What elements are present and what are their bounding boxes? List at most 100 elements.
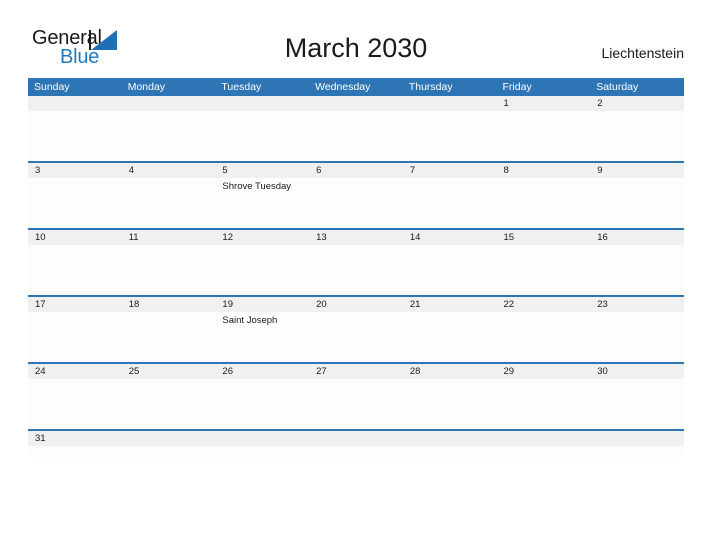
- day-number[interactable]: 4: [122, 163, 216, 178]
- day-event-empty: [309, 111, 403, 161]
- day-number[interactable]: 7: [403, 163, 497, 178]
- day-event-empty: [590, 245, 684, 295]
- weekday-header-saturday: Saturday: [596, 81, 639, 93]
- day-event-label: Saint Joseph: [222, 315, 278, 326]
- day-number[interactable]: 3: [28, 163, 122, 178]
- day-cell-empty: [122, 431, 216, 446]
- day-event-empty: [28, 245, 122, 295]
- day-event-empty: [122, 312, 216, 362]
- day-event-empty: [28, 111, 122, 161]
- calendar-page: General Blue March 2030 Liechtenstein Su…: [0, 0, 712, 550]
- day-number[interactable]: 23: [590, 297, 684, 312]
- calendar-week-row: 17 18 19 20 21 22 23 Saint Joseph: [28, 297, 684, 364]
- day-cell-empty: [215, 96, 309, 111]
- calendar-week-row: 24 25 26 27 28 29 30: [28, 364, 684, 431]
- day-number[interactable]: 25: [122, 364, 216, 379]
- day-number[interactable]: 5: [215, 163, 309, 178]
- day-number[interactable]: 16: [590, 230, 684, 245]
- day-number[interactable]: 21: [403, 297, 497, 312]
- day-number[interactable]: 14: [403, 230, 497, 245]
- day-number[interactable]: 8: [497, 163, 591, 178]
- day-event-empty: [497, 245, 591, 295]
- day-number[interactable]: 12: [215, 230, 309, 245]
- day-cell-empty: [309, 431, 403, 446]
- day-number[interactable]: 10: [28, 230, 122, 245]
- week-date-band: 10 11 12 13 14 15 16: [28, 230, 684, 245]
- day-event-empty: [28, 379, 122, 429]
- day-cell-empty: [28, 96, 122, 111]
- day-number[interactable]: 6: [309, 163, 403, 178]
- day-number[interactable]: 24: [28, 364, 122, 379]
- day-cell-empty: [309, 96, 403, 111]
- day-event-empty: [309, 178, 403, 228]
- day-event-empty: [122, 111, 216, 161]
- day-event-empty: [497, 379, 591, 429]
- calendar-grid: Sunday Monday Tuesday Wednesday Thursday Frid…: [28, 78, 684, 457]
- day-number[interactable]: 15: [497, 230, 591, 245]
- day-number[interactable]: 31: [28, 431, 122, 446]
- day-number[interactable]: 18: [122, 297, 216, 312]
- day-number[interactable]: 2: [590, 96, 684, 111]
- day-number[interactable]: 17: [28, 297, 122, 312]
- day-cell-empty: [590, 431, 684, 446]
- day-cell-empty: [497, 431, 591, 446]
- day-number[interactable]: 27: [309, 364, 403, 379]
- day-event-empty: [215, 111, 309, 161]
- week-event-band: [28, 111, 684, 161]
- week-event-band: Shrove Tuesday: [28, 178, 684, 228]
- calendar-week-row: 10 11 12 13 14 15 16: [28, 230, 684, 297]
- weekday-header-sunday: Sunday: [34, 81, 70, 93]
- day-event-empty: [403, 178, 497, 228]
- weekday-header-monday: Monday: [127, 81, 166, 93]
- week-date-band: 3456789: [28, 163, 684, 178]
- weekday-header-wednesday: Wednesday: [315, 81, 371, 93]
- day-event-empty: [309, 245, 403, 295]
- day-event-empty: [215, 245, 309, 295]
- day-event-empty: [309, 312, 403, 362]
- day-number[interactable]: 20: [309, 297, 403, 312]
- day-event-empty: [122, 245, 216, 295]
- weekday-header-thursday: Thursday: [408, 81, 453, 93]
- day-event-empty: [28, 312, 122, 362]
- day-event-empty: [28, 178, 122, 228]
- week-date-band: 12: [28, 96, 684, 111]
- day-event-empty: [215, 379, 309, 429]
- day-number[interactable]: 19: [215, 297, 309, 312]
- weekday-header-tuesday: Tuesday: [221, 81, 262, 93]
- day-event-empty: [309, 379, 403, 429]
- day-event-empty: [403, 379, 497, 429]
- day-number[interactable]: 22: [497, 297, 591, 312]
- day-event-label: Shrove Tuesday: [222, 181, 292, 192]
- calendar-week-row: 3 4 5 6 7 8 9 Shrove Tuesday: [28, 163, 684, 230]
- week-date-band: 24 25 26 27 28 29 30: [28, 364, 684, 379]
- day-number[interactable]: 26: [215, 364, 309, 379]
- day-cell-empty: [215, 431, 309, 446]
- day-number[interactable]: 1: [497, 96, 591, 111]
- day-event-empty: [590, 111, 684, 161]
- day-event-empty: [403, 245, 497, 295]
- calendar-week-row: 31: [28, 431, 684, 457]
- week-event-band: [28, 245, 684, 295]
- day-number[interactable]: 9: [590, 163, 684, 178]
- day-number[interactable]: 28: [403, 364, 497, 379]
- page-header: General Blue March 2030 Liechtenstein: [0, 0, 712, 78]
- calendar-weeks: 1 2 3 4 5 6 7 8 9 Shrove Tuesday 10 11 12 13 14 15 16 17 1…: [28, 96, 684, 457]
- day-event-empty: [497, 178, 591, 228]
- day-event-empty: [122, 379, 216, 429]
- day-cell-empty: [403, 96, 497, 111]
- day-event-empty: [403, 312, 497, 362]
- day-event-empty: [403, 111, 497, 161]
- day-event-empty: [590, 178, 684, 228]
- weekday-header-friday: Friday: [502, 81, 532, 93]
- day-event-empty: [497, 312, 591, 362]
- day-number[interactable]: 11: [122, 230, 216, 245]
- country-label: Liechtenstein: [601, 45, 684, 61]
- week-event-band: Saint Joseph: [28, 312, 684, 362]
- day-number[interactable]: 13: [309, 230, 403, 245]
- day-event-empty: [590, 312, 684, 362]
- day-event-empty: [122, 178, 216, 228]
- day-event-empty: [590, 379, 684, 429]
- day-number[interactable]: 30: [590, 364, 684, 379]
- day-number[interactable]: 29: [497, 364, 591, 379]
- day-cell-empty: [403, 431, 497, 446]
